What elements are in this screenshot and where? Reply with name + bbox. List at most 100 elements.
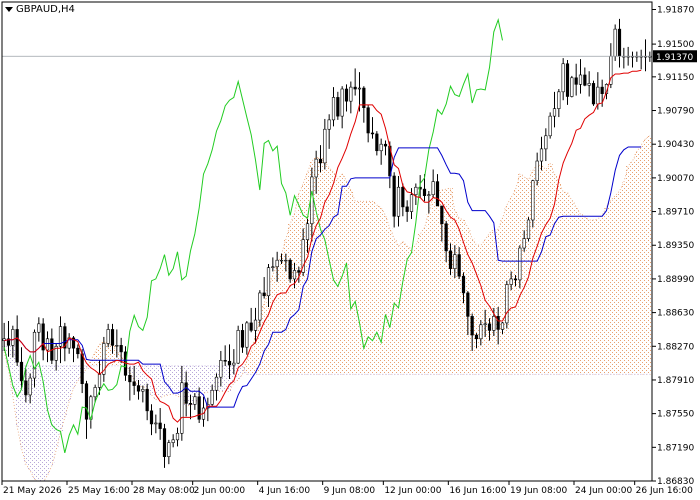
x-tick-label: 21 May 2026 — [3, 486, 62, 496]
candle-body — [240, 330, 245, 348]
kumo-segment — [565, 192, 570, 375]
candle-body — [596, 86, 600, 105]
candle — [431, 169, 435, 198]
x-tick-label: 9 Jun 08:00 — [324, 486, 376, 496]
candle-body — [487, 323, 492, 331]
kumo-segment — [435, 190, 440, 375]
y-tick-label: 1.90790 — [657, 107, 694, 117]
kumo-segment — [643, 138, 648, 375]
candle-body — [162, 428, 167, 457]
candle-body — [509, 278, 513, 285]
candle — [15, 315, 19, 366]
kumo-segment — [409, 248, 414, 375]
candle-body — [396, 186, 401, 217]
kumo-segment — [535, 164, 540, 375]
kumo-segment — [617, 190, 622, 375]
candle-body — [613, 28, 617, 57]
candle — [548, 112, 552, 139]
symbol-label[interactable]: GBPAUD,H4 — [5, 4, 75, 15]
kumo-segment — [413, 245, 419, 375]
kumo-segment — [374, 205, 380, 375]
candle-body — [548, 115, 552, 137]
x-tick-label: 26 Jun 16:00 — [636, 486, 693, 496]
current-price-label: 1.91370 — [656, 53, 693, 63]
candle-body — [145, 389, 149, 412]
candle — [45, 331, 50, 363]
candle-body — [297, 270, 301, 273]
plot-area — [2, 17, 652, 481]
candle-body — [245, 322, 249, 348]
candle — [102, 336, 106, 382]
kumo-segment — [587, 219, 592, 375]
kumo-segment — [292, 213, 297, 375]
candle-body — [375, 133, 379, 152]
candle-body — [483, 323, 487, 326]
candle-body — [115, 345, 119, 347]
kumo-segment — [140, 365, 146, 387]
y-tick-label: 1.91150 — [657, 73, 694, 83]
candle — [648, 51, 652, 62]
kumo-segment — [366, 201, 371, 375]
candle — [340, 86, 344, 129]
candle — [58, 316, 63, 364]
candle-body — [219, 360, 223, 378]
candle — [50, 328, 54, 365]
candle-body — [370, 132, 375, 135]
candle-body — [513, 278, 518, 281]
candle-body — [427, 194, 431, 196]
kumo-segment — [600, 215, 605, 375]
candle — [613, 24, 617, 61]
x-tick-label: 16 Jun 16:00 — [449, 486, 506, 496]
candle-body — [344, 88, 349, 102]
candle-body — [422, 188, 427, 196]
candle — [162, 423, 167, 468]
candle — [249, 307, 253, 333]
candle-body — [440, 205, 444, 225]
candle-body — [522, 238, 526, 249]
kumo-segment — [634, 151, 640, 375]
kumo-segment — [418, 234, 423, 375]
candle — [288, 258, 292, 283]
y-tick-label: 1.87910 — [657, 376, 694, 386]
candle-body — [518, 247, 522, 281]
kumo-segment — [448, 188, 453, 375]
candle-body — [24, 380, 28, 396]
candle-body — [414, 186, 418, 196]
candle-body — [392, 175, 396, 217]
candle — [206, 397, 210, 422]
kumo-segment — [171, 365, 176, 394]
candle-body — [188, 403, 193, 405]
candle-body — [492, 316, 496, 331]
candle — [570, 75, 574, 98]
kumo-segment — [396, 246, 401, 375]
kumo-segment — [591, 219, 596, 375]
candle — [526, 217, 531, 242]
candle-body — [461, 275, 466, 294]
kumo-segment — [630, 161, 635, 375]
candle — [370, 117, 375, 139]
candle-body — [106, 329, 110, 344]
candle-body — [539, 148, 544, 162]
candle-body — [136, 385, 141, 392]
candle-body — [470, 316, 474, 336]
y-tick-label: 1.91870 — [657, 5, 694, 15]
kumo-segment — [613, 195, 618, 375]
candle-body — [232, 362, 236, 366]
kumo-segment — [595, 219, 601, 375]
y-tick-label: 1.88990 — [657, 275, 694, 285]
symbol-text: GBPAUD,H4 — [16, 4, 75, 15]
dropdown-arrow-icon[interactable] — [5, 7, 13, 12]
candle — [344, 84, 349, 112]
candle-body — [32, 331, 37, 379]
kumo-segment — [543, 169, 549, 375]
candle — [505, 280, 509, 329]
candle-body — [401, 186, 405, 208]
kumo-segment — [348, 190, 354, 375]
candle-body — [578, 74, 583, 85]
kumo-segment — [45, 365, 50, 476]
kumo-segment — [88, 360, 94, 366]
kumo-segment — [457, 218, 462, 375]
candle — [574, 63, 578, 96]
candle-body — [466, 292, 470, 317]
candle-body — [84, 383, 89, 420]
